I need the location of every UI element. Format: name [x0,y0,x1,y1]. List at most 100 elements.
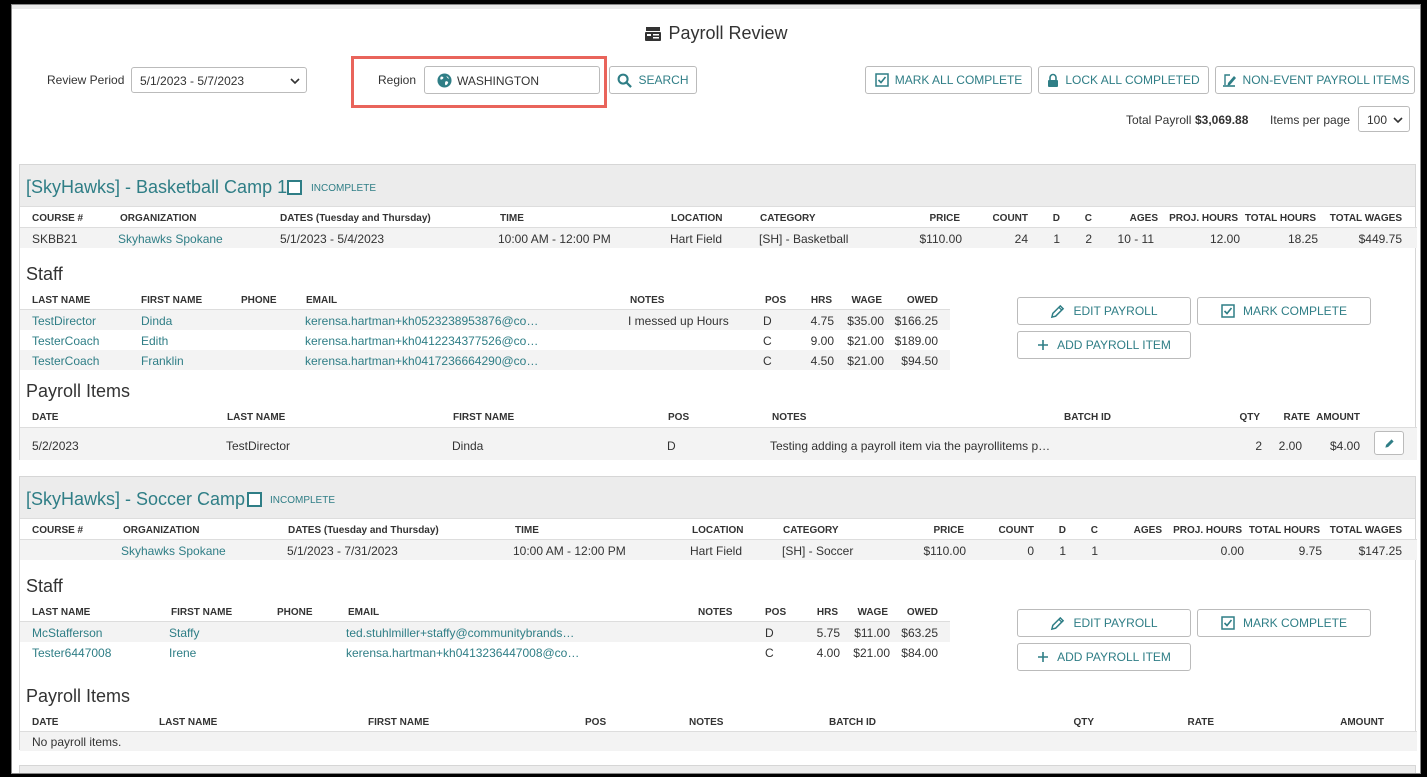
col-price: PRICE [933,525,964,536]
col-d: D [1058,525,1066,536]
item-pos: D [667,439,676,453]
event-complete-checkbox[interactable] [287,180,302,195]
staff-email-link[interactable]: kerensa.hartman+kh0413236447008@co… [346,646,579,660]
course-total-hours: 18.25 [1287,232,1318,246]
item-col-qty: QTY [1239,412,1260,423]
event-card: [SkyHawks] - Basketball Camp 1 INCOMPLET… [19,164,1417,460]
checkbox-checked-icon [1221,616,1235,630]
col-ages: AGES [1129,213,1158,224]
staff-owed: $189.00 [894,334,938,348]
edit-payroll-button[interactable]: EDIT PAYROLL [1017,297,1191,325]
edit-item-button[interactable] [1374,431,1404,455]
staff-first-name-link[interactable]: Staffy [169,626,199,640]
staff-hrs: 4.50 [810,354,834,368]
staff-col-wage: WAGE [851,295,882,306]
staff-last-name-link[interactable]: TesterCoach [32,334,99,348]
empty-items-row [20,732,1417,751]
staff-last-name-link[interactable]: TestDirector [32,314,96,328]
staff-wage: $21.00 [853,646,890,660]
staff-hrs: 9.00 [810,334,834,348]
staff-owed: $166.25 [894,314,938,328]
add-payroll-item-button[interactable]: ADD PAYROLL ITEM [1017,331,1191,359]
course-c: 2 [1085,232,1092,246]
course-location: Hart Field [670,232,723,246]
staff-email-link[interactable]: kerensa.hartman+kh0412234377526@co… [305,334,538,348]
payroll-items-heading: Payroll Items [26,381,131,401]
staff-first-name-link[interactable]: Edith [141,334,168,348]
staff-owed: $94.50 [901,354,938,368]
course-total-wages: $449.75 [1358,232,1402,246]
plus-icon [1038,340,1049,350]
col-organization: ORGANIZATION [120,213,197,224]
edit-payroll-label: EDIT PAYROLL [1073,616,1158,630]
event-card-header: [SkyHawks] - Basketball Camp 1 INCOMPLET… [20,165,1415,207]
staff-col-pos: POS [765,295,787,306]
staff-email-link[interactable]: ted.stuhlmiller+staffy@communitybrands… [346,626,574,640]
region-label: Region [378,73,417,87]
pencil-icon [1384,438,1394,448]
staff-col-first-name: FIRST NAME [141,295,203,306]
item-last-name: TestDirector [226,439,291,453]
staff-pos: C [763,354,772,368]
item-col-batch-id: BATCH ID [1064,412,1112,423]
review-period-select[interactable]: 5/1/2023 - 5/7/2023 [131,67,307,93]
staff-last-name-link[interactable]: Tester6447008 [32,646,111,660]
item-col-date: DATE [32,717,59,728]
edit-payroll-button[interactable]: EDIT PAYROLL [1017,609,1191,637]
course-count: 24 [1014,232,1028,246]
region-value: WASHINGTON [457,74,540,88]
staff-col-first-name: FIRST NAME [171,607,233,618]
staff-col-hrs: HRS [810,295,832,306]
col-c: C [1090,525,1098,536]
region-input[interactable]: WASHINGTON [424,66,600,94]
staff-email-link[interactable]: kerensa.hartman+kh0417236664290@co… [305,354,538,368]
course-price: $110.00 [923,544,967,558]
col-total-wages: TOTAL WAGES [1329,213,1402,224]
organization-link[interactable]: Skyhawks Spokane [118,232,223,246]
total-payroll-label: Total Payroll [1126,113,1192,127]
items-per-page-select[interactable]: 100 [1358,106,1410,132]
organization-link[interactable]: Skyhawks Spokane [121,544,226,558]
staff-first-name-link[interactable]: Irene [169,646,196,660]
status-badge: INCOMPLETE [270,495,336,506]
course-dates: 5/1/2023 - 5/4/2023 [280,232,385,246]
search-button[interactable]: SEARCH [609,66,697,94]
non-event-payroll-items-button[interactable]: NON-EVENT PAYROLL ITEMS [1215,66,1415,94]
mark-all-complete-button[interactable]: MARK ALL COMPLETE [865,66,1032,94]
staff-first-name-link[interactable]: Dinda [141,314,172,328]
event-card-partial [19,765,1416,773]
add-payroll-item-label: ADD PAYROLL ITEM [1057,650,1171,664]
item-first-name: Dinda [452,439,484,453]
plus-icon [1038,652,1049,662]
staff-heading: Staff [26,576,63,596]
item-rate: 2.00 [1278,439,1302,453]
staff-last-name-link[interactable]: McStafferson [32,626,102,640]
staff-col-owed: OWED [906,607,938,618]
item-col-rate: RATE [1187,717,1214,728]
globe-icon [437,73,452,88]
add-payroll-item-button[interactable]: ADD PAYROLL ITEM [1017,643,1191,671]
mark-all-complete-label: MARK ALL COMPLETE [894,73,1023,87]
event-title[interactable]: [SkyHawks] - Basketball Camp 1 [26,177,287,198]
staff-hrs: 4.75 [810,314,834,328]
staff-col-phone: PHONE [277,607,313,618]
item-amount: $4.00 [1329,439,1360,453]
lock-all-completed-label: LOCK ALL COMPLETED [1065,73,1200,87]
staff-wage: $35.00 [847,314,884,328]
event-title[interactable]: [SkyHawks] - Soccer Camp [26,489,245,510]
staff-col-email: EMAIL [348,607,380,618]
staff-email-link[interactable]: kerensa.hartman+kh0523238953876@co… [305,314,538,328]
course-count: 0 [1027,544,1034,558]
event-card-header: [SkyHawks] - Soccer Camp INCOMPLETE [20,477,1415,519]
add-payroll-item-label: ADD PAYROLL ITEM [1057,338,1171,352]
lock-all-completed-button[interactable]: LOCK ALL COMPLETED [1038,66,1209,94]
edit-payroll-label: EDIT PAYROLL [1073,304,1158,318]
mark-complete-button[interactable]: MARK COMPLETE [1197,609,1371,637]
staff-hrs: 5.75 [816,626,840,640]
col-location: LOCATION [692,525,744,536]
mark-complete-button[interactable]: MARK COMPLETE [1197,297,1371,325]
event-complete-checkbox[interactable] [247,492,262,507]
staff-first-name-link[interactable]: Franklin [141,354,184,368]
item-col-pos: POS [668,412,690,423]
staff-last-name-link[interactable]: TesterCoach [32,354,99,368]
